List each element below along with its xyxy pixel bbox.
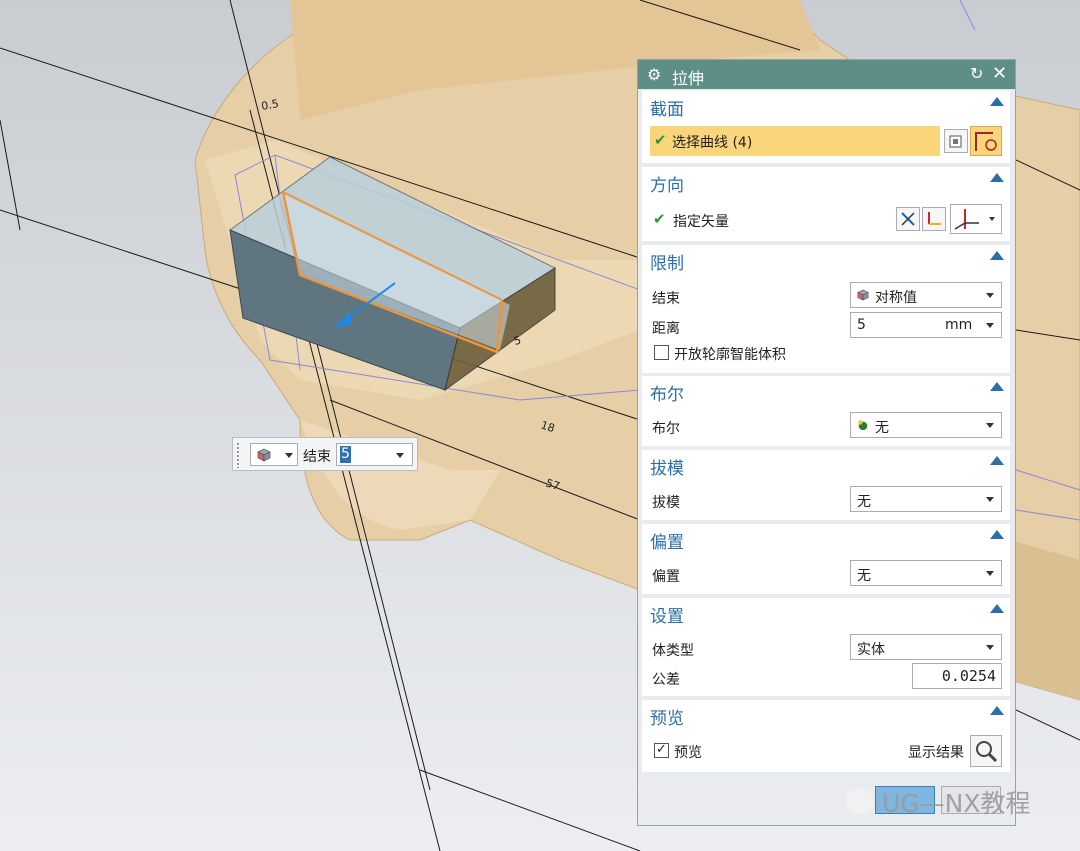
section-header[interactable]: 拔模: [650, 454, 684, 479]
reverse-direction-button[interactable]: [896, 207, 920, 231]
tolerance-value: 0.0254: [941, 667, 996, 685]
chevron-down-icon: [986, 571, 994, 576]
collapse-icon[interactable]: [990, 97, 1004, 106]
collapse-icon[interactable]: [990, 382, 1004, 391]
collapse-icon[interactable]: [990, 251, 1004, 260]
collapse-icon[interactable]: [990, 530, 1004, 539]
tolerance-label: 公差: [652, 672, 680, 688]
extrude-dialog: ⚙ 拉伸 ↻ ✕ 截面 ✔ 选择曲线 (4) 方向 ✔ 指定矢量 限制 结束 对…: [637, 59, 1016, 826]
chevron-down-icon: [989, 217, 995, 221]
distance-unit: mm: [945, 317, 973, 333]
floating-input-toolbar[interactable]: 结束 5: [232, 437, 418, 471]
section-panel: 预览 ✓ 预览 显示结果: [642, 700, 1010, 772]
collapse-icon[interactable]: [990, 173, 1004, 182]
distance-label: 距离: [652, 321, 680, 337]
section-header[interactable]: 限制: [650, 249, 684, 274]
boolean-select[interactable]: 无: [850, 412, 1002, 438]
collapse-icon[interactable]: [990, 706, 1004, 715]
collapse-icon[interactable]: [990, 456, 1004, 465]
section-panel: 限制 结束 对称值 距离 5 mm 开放轮廓智能体积: [642, 245, 1010, 373]
offset-value: 无: [857, 568, 871, 584]
chevron-down-icon: [986, 293, 994, 298]
chevron-down-icon[interactable]: [986, 323, 994, 328]
offset-select[interactable]: 无: [850, 560, 1002, 586]
curve-select-button[interactable]: [970, 126, 1002, 156]
distance-value: 5: [857, 317, 866, 333]
chevron-down-icon[interactable]: [396, 453, 404, 458]
sketch-icon: [949, 135, 962, 148]
curve-icon: [975, 132, 997, 151]
chevron-down-icon: [986, 423, 994, 428]
preview-checkbox[interactable]: ✓: [654, 743, 669, 758]
draft-value: 无: [857, 494, 871, 510]
dialog-titlebar[interactable]: ⚙ 拉伸 ↻ ✕: [638, 60, 1015, 89]
show-result-button[interactable]: [970, 735, 1002, 767]
section-panel: 偏置 偏置 无: [642, 524, 1010, 594]
vector-type-dropdown[interactable]: [950, 204, 1002, 234]
select-curve-row[interactable]: ✔ 选择曲线 (4): [650, 126, 940, 156]
section-panel: 拔模 拔模 无: [642, 450, 1010, 520]
section-header[interactable]: 预览: [650, 704, 684, 729]
section-header[interactable]: 偏置: [650, 528, 684, 553]
vector-dialog-button[interactable]: [922, 207, 946, 231]
open-profile-checkbox[interactable]: [654, 345, 669, 360]
dialog-title: 拉伸: [672, 69, 705, 88]
end-value-text: 5: [340, 446, 351, 463]
section-panel: 截面 ✔ 选择曲线 (4): [642, 91, 1010, 163]
offset-label: 偏置: [652, 569, 680, 585]
sketch-section-button[interactable]: [944, 129, 968, 153]
gear-icon[interactable]: ⚙: [647, 65, 661, 84]
body-type-label: 体类型: [652, 643, 694, 659]
check-icon: ✔: [654, 131, 667, 149]
section-panel: 设置 体类型 实体 公差 0.0254: [642, 598, 1010, 696]
end-type-select[interactable]: 对称值: [850, 282, 1002, 308]
section-header[interactable]: 方向: [650, 171, 684, 196]
cube-icon: [257, 448, 271, 462]
draft-select[interactable]: 无: [850, 486, 1002, 512]
cube-icon: [857, 289, 869, 301]
section-panel: 方向 ✔ 指定矢量: [642, 167, 1010, 241]
select-curve-label: 选择曲线 (4): [672, 135, 753, 151]
chevron-down-icon: [986, 645, 994, 650]
watermark: UG—NX教程: [882, 789, 1031, 818]
wechat-logo-icon: [845, 789, 875, 813]
preview-label: 预览: [674, 745, 702, 761]
chevron-down-icon: [986, 497, 994, 502]
end-label: 结束: [652, 291, 680, 307]
close-icon[interactable]: ✕: [992, 63, 1007, 84]
draft-label: 拔模: [652, 495, 680, 511]
specify-vector-label: 指定矢量: [673, 214, 729, 230]
collapse-icon[interactable]: [990, 604, 1004, 613]
body-type-value: 实体: [857, 642, 885, 658]
section-header[interactable]: 截面: [650, 95, 684, 120]
reset-icon[interactable]: ↻: [970, 64, 983, 83]
show-result-label: 显示结果: [908, 745, 964, 761]
section-header[interactable]: 设置: [650, 602, 684, 627]
section-panel: 布尔 布尔 无: [642, 376, 1010, 446]
boolean-value: 无: [875, 420, 889, 436]
distance-input[interactable]: 5 mm: [850, 312, 1002, 338]
tolerance-input[interactable]: 0.0254: [912, 663, 1002, 689]
check-icon: ✔: [653, 210, 666, 228]
end-type-dropdown[interactable]: [250, 443, 298, 466]
end-label: 结束: [303, 449, 331, 465]
end-value-input[interactable]: 5: [336, 443, 413, 466]
open-profile-label: 开放轮廓智能体积: [674, 347, 786, 363]
body-type-select[interactable]: 实体: [850, 634, 1002, 660]
end-type-value: 对称值: [875, 290, 917, 306]
boolean-none-icon: [858, 420, 868, 431]
magnifier-icon: [976, 741, 998, 763]
drag-handle[interactable]: [236, 442, 241, 468]
xyz-axes-icon: [954, 209, 979, 230]
boolean-label: 布尔: [652, 421, 680, 437]
section-header[interactable]: 布尔: [650, 380, 684, 405]
reverse-direction-icon: [901, 212, 915, 226]
vector-icon: [928, 212, 941, 225]
chevron-down-icon: [285, 453, 293, 458]
